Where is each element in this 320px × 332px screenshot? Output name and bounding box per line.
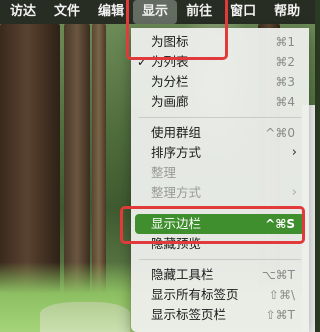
menu-item-label: 显示标签页栏 bbox=[151, 307, 227, 322]
shortcut-label: ⌥⌘T bbox=[261, 268, 295, 282]
menu-item-clean-up: 整理 bbox=[131, 163, 309, 183]
menu-item-sort-by[interactable]: 排序方式 › bbox=[131, 143, 309, 163]
annotation-box-show-sidebar bbox=[120, 206, 305, 244]
menu-item-label: 隐藏工具栏 bbox=[151, 267, 214, 282]
menu-item-as-gallery[interactable]: 为画廊 ⌘4 bbox=[131, 92, 309, 112]
menu-item-show-tab-bar[interactable]: 显示标签页栏 ⇧⌘T bbox=[131, 305, 309, 325]
menu-item-as-columns[interactable]: 为分栏 ⌘3 bbox=[131, 72, 309, 92]
path bbox=[40, 302, 130, 332]
menu-file[interactable]: 文件 bbox=[45, 0, 89, 24]
menu-item-show-all-tabs[interactable]: 显示所有标签页 ⇧⌘\ bbox=[131, 285, 309, 305]
chevron-right-icon: › bbox=[291, 185, 297, 200]
menu-item-label: 为分栏 bbox=[151, 74, 189, 89]
shortcut-label: ⌘3 bbox=[275, 75, 295, 89]
shortcut-label: ⌘4 bbox=[275, 95, 295, 109]
menu-finder[interactable]: 访达 bbox=[0, 0, 45, 24]
shortcut-label: ⇧⌘\ bbox=[268, 288, 295, 302]
annotation-box-view-menu bbox=[126, 0, 228, 60]
menu-item-label: 整理方式 bbox=[151, 185, 202, 200]
menu-item-label: 排序方式 bbox=[151, 145, 202, 160]
shortcut-label: ^⌘0 bbox=[265, 126, 295, 140]
menu-separator bbox=[139, 117, 301, 118]
menu-item-label: 为画廊 bbox=[151, 94, 189, 109]
shortcut-label: ⌘2 bbox=[275, 55, 295, 69]
menu-item-label: 使用群组 bbox=[151, 125, 202, 140]
shortcut-label: ⇧⌘T bbox=[265, 308, 295, 322]
menu-item-label: 显示所有标签页 bbox=[151, 287, 239, 302]
view-menu-dropdown: 为图标 ⌘1 ✓ 为列表 ⌘2 为分栏 ⌘3 为画廊 ⌘4 使用群组 ^⌘0 排… bbox=[131, 28, 309, 332]
menu-separator bbox=[139, 259, 301, 260]
menu-help[interactable]: 帮助 bbox=[265, 0, 309, 24]
menu-item-use-groups[interactable]: 使用群组 ^⌘0 bbox=[131, 123, 309, 143]
shortcut-label: ⌘1 bbox=[275, 35, 295, 49]
chevron-right-icon: › bbox=[291, 145, 297, 160]
menu-item-hide-toolbar[interactable]: 隐藏工具栏 ⌥⌘T bbox=[131, 265, 309, 285]
menu-item-clean-up-by: 整理方式 › bbox=[131, 183, 309, 203]
menu-item-label: 整理 bbox=[151, 165, 177, 180]
